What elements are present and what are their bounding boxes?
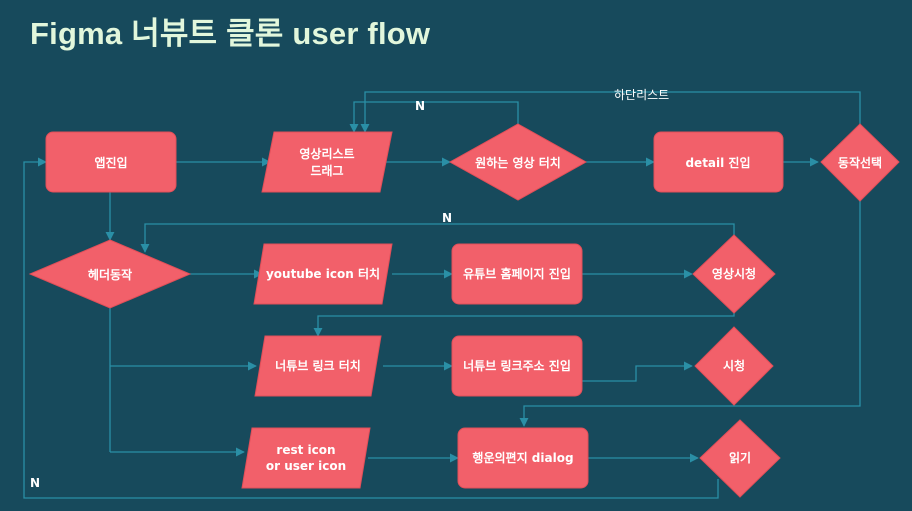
node-read: 읽기: [699, 419, 781, 498]
node-label: detail 진입: [685, 155, 750, 170]
node-label-line1: rest icon: [276, 443, 335, 457]
edge-read-n-loop: [23, 157, 719, 499]
node-label: 동작선택: [838, 155, 882, 170]
node-label-line2: 드래그: [310, 163, 343, 178]
node-fortune-letter-dialog: 행운의편지 dialog: [457, 427, 589, 489]
node-label: youtube icon 터치: [266, 266, 380, 281]
user-flow-diagram: N 하단리스트 N N 앱진입 영상리스트 드래그 원하는 영상 터치 deta…: [23, 88, 900, 499]
node-youtube-home-enter: 유튜브 홈페이지 진입: [451, 243, 583, 305]
edge-label-n-top: N: [415, 99, 425, 113]
node-label: 헤더동작: [88, 267, 132, 282]
node-label: 앱진입: [94, 155, 127, 170]
node-label: 행운의편지 dialog: [472, 450, 573, 465]
node-label-line1: 영상리스트: [299, 146, 354, 161]
edge-select-bottom-list-loop: [360, 91, 861, 133]
edge-touch-n-loop: [349, 101, 519, 133]
node-label: 원하는 영상 터치: [475, 155, 561, 170]
node-nertube-link-enter: 너튜브 링크주소 진입: [451, 335, 583, 397]
node-rest-user-icon: rest icon or user icon: [241, 427, 371, 489]
node-touch-wanted-video: 원하는 영상 터치: [448, 123, 588, 201]
node-video-watch: 영상시청: [692, 234, 776, 314]
node-label: 시청: [723, 358, 745, 373]
edge-watch-n-loop: [140, 223, 735, 253]
node-label: 너튜브 링크주소 진입: [463, 358, 571, 373]
node-video-list-drag: 영상리스트 드래그: [261, 131, 393, 193]
node-action-select: 동작선택: [820, 123, 900, 202]
node-label: 읽기: [729, 450, 751, 465]
node-label-line2: or user icon: [266, 459, 346, 473]
node-label: 유튜브 홈페이지 진입: [463, 266, 571, 281]
node-header-action: 헤더동작: [28, 239, 192, 309]
node-detail-enter: detail 진입: [653, 131, 784, 193]
node-label: 영상시청: [712, 266, 756, 281]
edge-label-bottom-list: 하단리스트: [614, 88, 669, 102]
node-label: 너튜브 링크 터치: [275, 358, 361, 373]
edge-label-n-middle: N: [442, 211, 452, 225]
node-app-enter: 앱진입: [45, 131, 177, 193]
node-youtube-icon-touch: youtube icon 터치: [253, 243, 393, 305]
edge-watch-to-nertube-loop: [313, 313, 735, 337]
edge-link-to-watch: [582, 361, 693, 382]
edge-label-n-bottom: N: [30, 476, 40, 490]
node-nertube-link-touch: 너튜브 링크 터치: [254, 335, 382, 397]
node-watch: 시청: [694, 326, 774, 406]
